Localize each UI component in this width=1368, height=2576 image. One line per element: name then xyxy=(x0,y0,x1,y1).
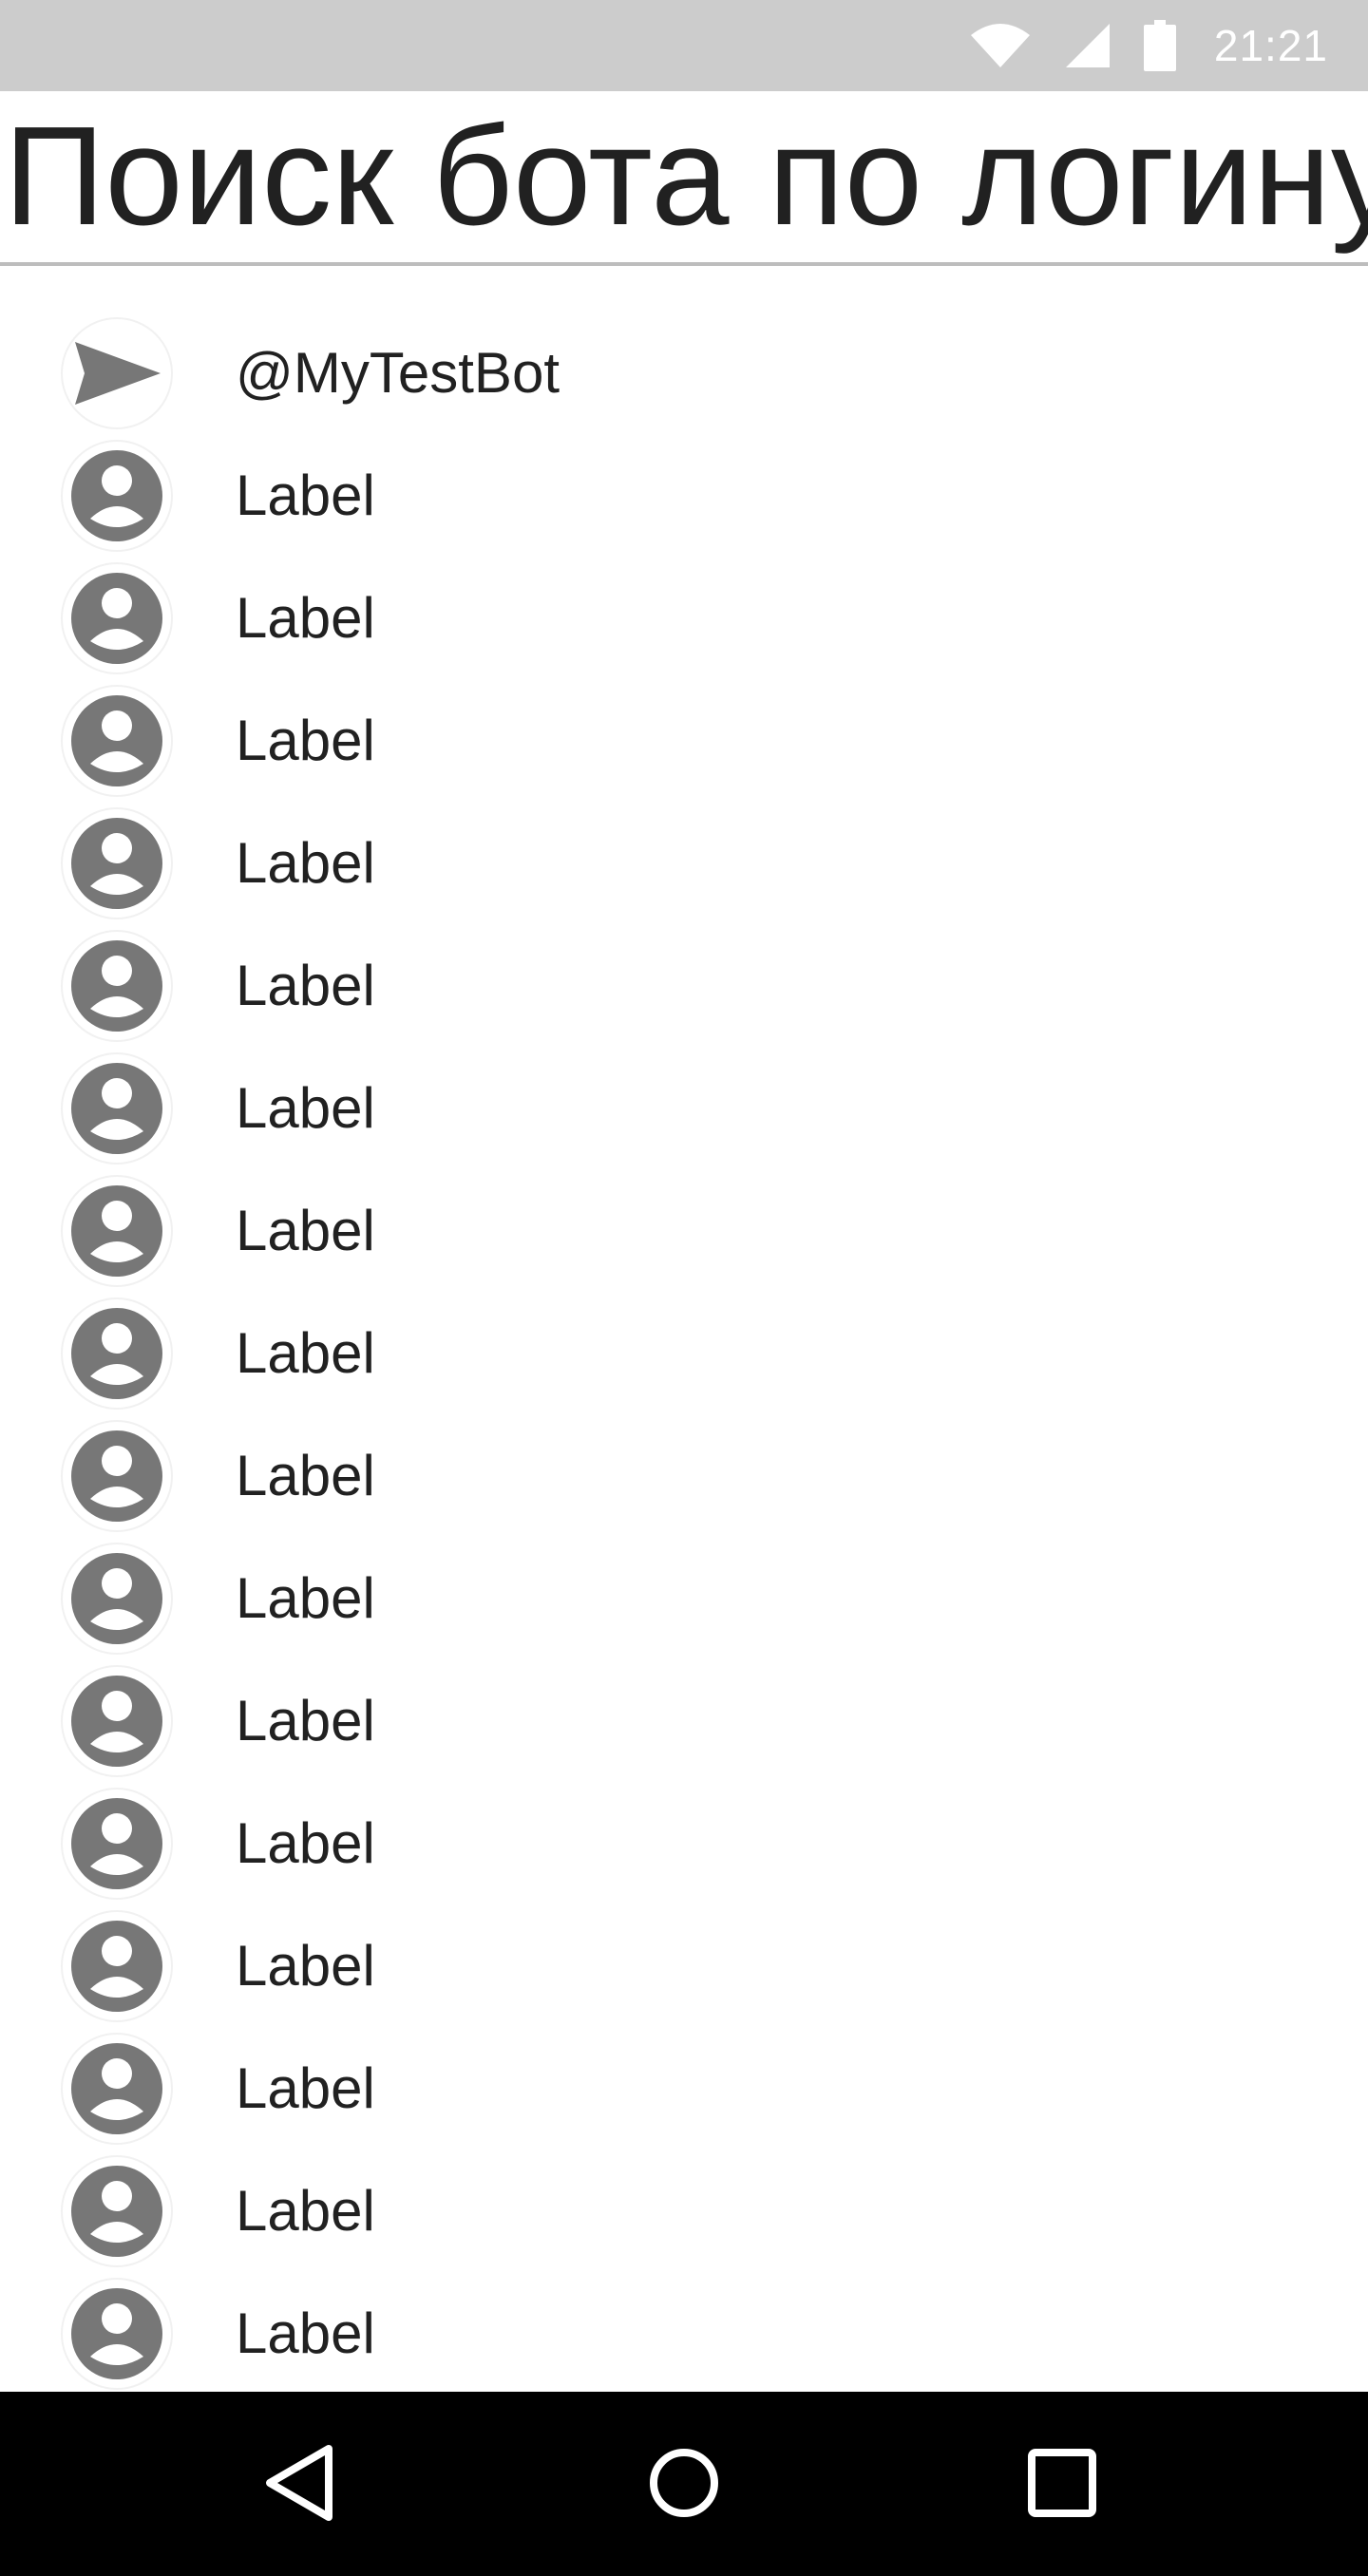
account-icon xyxy=(61,807,173,919)
list-item-label: Label xyxy=(236,464,375,527)
list-item[interactable]: Label xyxy=(0,557,1368,679)
account-icon xyxy=(61,1788,173,1900)
list-item[interactable]: Label xyxy=(0,1904,1368,2027)
list-item[interactable]: Label xyxy=(0,1292,1368,1414)
account-icon xyxy=(61,930,173,1042)
list-item-label: Label xyxy=(236,1199,375,1262)
list-item[interactable]: Label xyxy=(0,802,1368,924)
list-item[interactable]: Label xyxy=(0,434,1368,557)
account-icon xyxy=(61,1543,173,1655)
account-icon xyxy=(61,2155,173,2267)
account-icon xyxy=(61,1052,173,1165)
navigation-bar xyxy=(0,2392,1368,2576)
list-item[interactable]: Label xyxy=(0,2150,1368,2272)
list-item[interactable]: Label xyxy=(0,1782,1368,1904)
recents-button[interactable] xyxy=(1009,2432,1115,2538)
account-icon xyxy=(61,2033,173,2145)
list-item[interactable]: Label xyxy=(0,2272,1368,2392)
list-item[interactable]: Label xyxy=(0,924,1368,1047)
list-item-label: Label xyxy=(236,709,375,772)
send-icon xyxy=(61,317,173,429)
list-item[interactable]: Label xyxy=(0,1169,1368,1292)
list-item-label: Label xyxy=(236,586,375,650)
account-icon xyxy=(61,685,173,797)
list-item-label: Label xyxy=(236,1566,375,1630)
list-item-label: Label xyxy=(236,2301,375,2365)
list-item-label: Label xyxy=(236,831,375,895)
wifi-icon xyxy=(969,22,1032,69)
list-item[interactable]: Label xyxy=(0,679,1368,802)
status-bar: 21:21 xyxy=(0,0,1368,91)
list-item-label: Label xyxy=(236,2056,375,2120)
list-item[interactable]: Label xyxy=(0,1414,1368,1537)
home-button[interactable] xyxy=(631,2432,737,2538)
list-item-label: Label xyxy=(236,1934,375,1998)
home-icon xyxy=(646,2445,722,2526)
account-icon xyxy=(61,2278,173,2390)
list-item-label: Label xyxy=(236,1444,375,1507)
list-item-label: Label xyxy=(236,954,375,1017)
account-icon xyxy=(61,1910,173,2022)
search-input[interactable] xyxy=(0,91,1368,262)
list-item-label: @MyTestBot xyxy=(236,341,560,405)
account-icon xyxy=(61,1665,173,1777)
account-icon xyxy=(61,1420,173,1532)
search-underline xyxy=(0,262,1368,266)
list-item-label: Label xyxy=(236,1811,375,1875)
list-item[interactable]: @MyTestBot xyxy=(0,312,1368,434)
account-icon xyxy=(61,1175,173,1287)
list-item-label: Label xyxy=(236,2179,375,2243)
back-button[interactable] xyxy=(247,2432,353,2538)
battery-icon xyxy=(1143,20,1176,71)
status-time: 21:21 xyxy=(1213,21,1328,70)
list-item[interactable]: Label xyxy=(0,2027,1368,2150)
cellular-signal-icon xyxy=(1064,22,1112,69)
list-item-label: Label xyxy=(236,1076,375,1140)
list-item-label: Label xyxy=(236,1321,375,1385)
account-icon xyxy=(61,1297,173,1410)
list-item[interactable]: Label xyxy=(0,1659,1368,1782)
account-icon xyxy=(61,440,173,552)
recents-icon xyxy=(1026,2447,1098,2524)
results-list: @MyTestBot Label Label Label Label Label Label… xyxy=(0,312,1368,2392)
back-icon xyxy=(262,2443,338,2528)
list-item-label: Label xyxy=(236,1689,375,1752)
list-item[interactable]: Label xyxy=(0,1047,1368,1169)
search-bar xyxy=(0,91,1368,266)
account-icon xyxy=(61,562,173,674)
list-item[interactable]: Label xyxy=(0,1537,1368,1659)
